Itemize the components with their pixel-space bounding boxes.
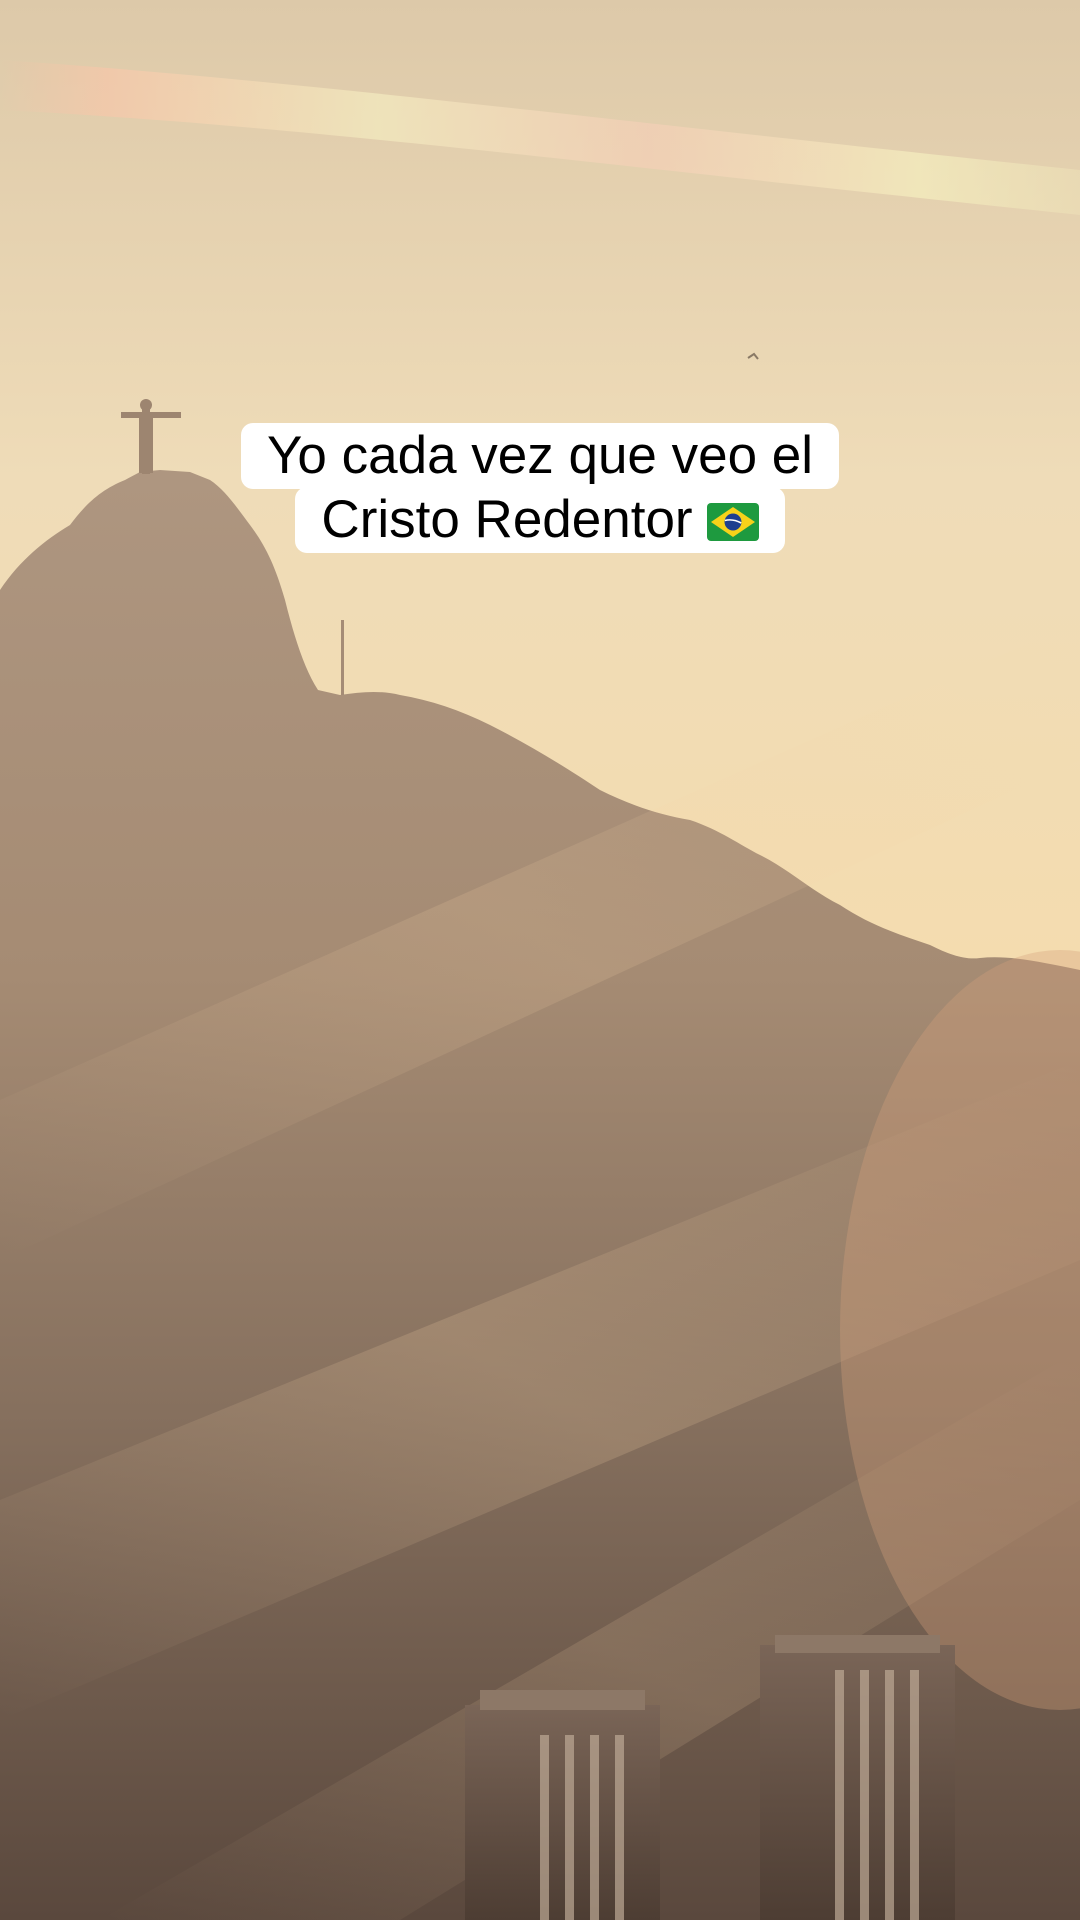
brazil-flag-icon: [706, 503, 759, 541]
caption-line-2-wrapper: Cristo Redentor: [295, 487, 785, 553]
video-frame[interactable]: Yo cada vez que veo el Cristo Redentor: [0, 0, 1080, 1920]
video-caption: Yo cada vez que veo el Cristo Redentor: [0, 423, 1080, 553]
caption-line-2: Cristo Redentor: [321, 490, 693, 549]
background-scene: [0, 0, 1080, 1920]
caption-line-1: Yo cada vez que veo el: [240, 423, 840, 489]
